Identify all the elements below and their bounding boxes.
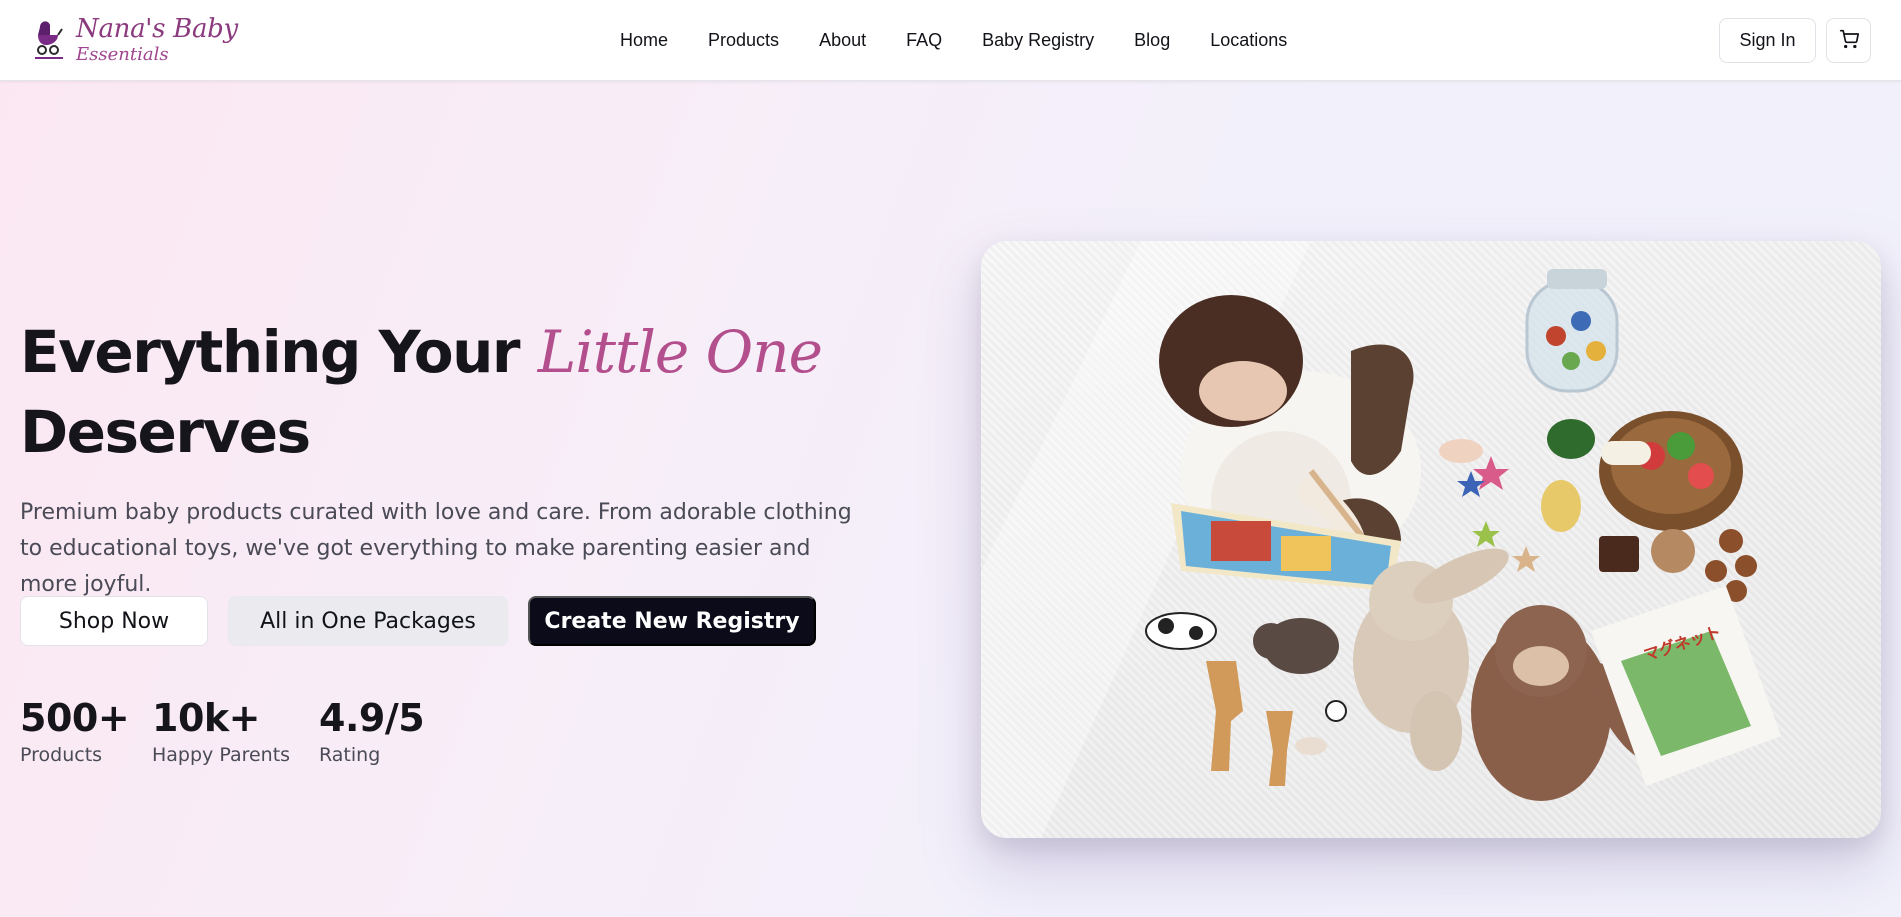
all-in-one-packages-button[interactable]: All in One Packages xyxy=(228,596,508,646)
site-header: Nana's Baby Essentials Home Products Abo… xyxy=(0,0,1901,81)
hero-title-accent: Little One xyxy=(537,318,823,386)
stat-value: 10k+ xyxy=(152,696,261,740)
brand-logo[interactable]: Nana's Baby Essentials xyxy=(32,12,238,68)
shop-now-button[interactable]: Shop Now xyxy=(20,596,208,646)
cart-button[interactable] xyxy=(1826,18,1871,63)
main-nav: Home Products About FAQ Baby Registry Bl… xyxy=(620,0,1287,81)
cart-icon xyxy=(1839,29,1859,52)
nav-baby-registry[interactable]: Baby Registry xyxy=(982,30,1094,51)
stroller-icon xyxy=(32,19,66,61)
baby-with-toys-photo: マグネット xyxy=(981,241,1781,838)
stat-label: Products xyxy=(20,744,103,766)
hero-title: Everything Your Little One Deserves xyxy=(20,312,880,472)
nav-home[interactable]: Home xyxy=(620,30,668,51)
create-registry-button[interactable]: Create New Registry xyxy=(528,596,816,646)
hero-photo: マグネット xyxy=(981,241,1881,838)
stat-value: 500+ xyxy=(20,696,130,740)
stat-products: 500+ Products xyxy=(20,696,130,766)
nav-faq[interactable]: FAQ xyxy=(906,30,942,51)
hero-subtitle: Premium baby products curated with love … xyxy=(20,500,852,597)
nav-locations[interactable]: Locations xyxy=(1210,30,1287,51)
stat-label: Happy Parents xyxy=(152,744,291,766)
brand-name-line1: Nana's Baby xyxy=(76,14,238,44)
sign-in-button[interactable]: Sign In xyxy=(1719,18,1816,63)
nav-about[interactable]: About xyxy=(819,30,866,51)
nav-blog[interactable]: Blog xyxy=(1134,30,1170,51)
stat-happy-parents: 10k+ Happy Parents xyxy=(152,696,290,766)
hero-title-part1: Everything Your xyxy=(20,318,538,386)
stat-value: 4.9/5 xyxy=(319,696,425,740)
hero-title-part2: Deserves xyxy=(20,398,311,466)
brand-name-line2: Essentials xyxy=(76,44,169,65)
stat-rating: 4.9/5 Rating xyxy=(319,696,425,766)
nav-products[interactable]: Products xyxy=(708,30,779,51)
stat-label: Rating xyxy=(319,744,381,766)
